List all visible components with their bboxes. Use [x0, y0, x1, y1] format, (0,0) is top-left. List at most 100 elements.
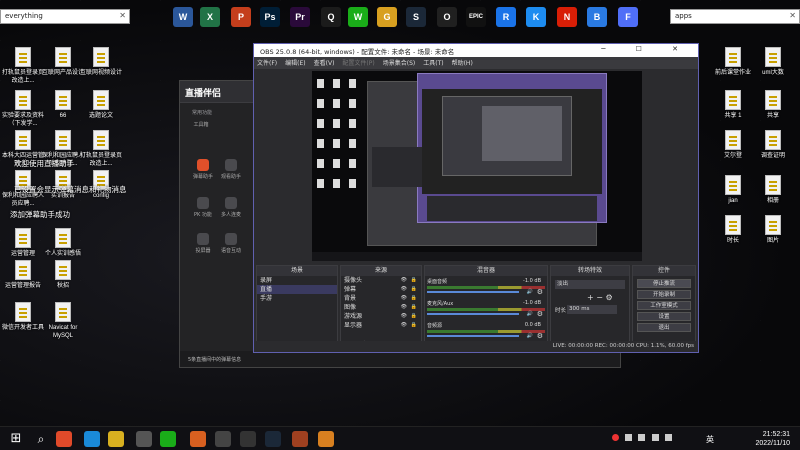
- menu-item[interactable]: 编辑(E): [285, 60, 305, 67]
- scene-item[interactable]: 手游: [257, 294, 337, 303]
- visibility-eye-icon[interactable]: 👁: [401, 276, 407, 285]
- kugou-icon[interactable]: K: [526, 7, 546, 27]
- photoshop-icon[interactable]: Ps: [260, 7, 280, 27]
- app-icon[interactable]: [318, 431, 334, 447]
- visibility-eye-icon[interactable]: 👁: [401, 312, 407, 321]
- menu-item[interactable]: 文件(F): [257, 60, 277, 67]
- apps-search-input[interactable]: apps ✕: [670, 9, 800, 24]
- menu-item[interactable]: 工具(T): [423, 60, 443, 67]
- baidu-pan-icon[interactable]: B: [587, 7, 607, 27]
- windows-start-icon[interactable]: ⊞: [8, 431, 24, 447]
- desktop-file-icon[interactable]: Navicat for MySQL: [40, 302, 86, 340]
- speaker-icon[interactable]: 🔊: [527, 333, 533, 339]
- live-sidebar-item[interactable]: 观看助手: [216, 159, 246, 180]
- menu-item[interactable]: 查看(V): [314, 60, 335, 67]
- desktop-file-icon[interactable]: 选题论文: [78, 90, 124, 120]
- excel-icon[interactable]: X: [200, 7, 220, 27]
- desktop-file-icon[interactable]: 相册: [750, 175, 796, 205]
- duration-input[interactable]: 300 ms: [567, 305, 617, 314]
- visibility-eye-icon[interactable]: 👁: [401, 321, 407, 330]
- lock-icon[interactable]: 🔒: [411, 294, 417, 303]
- app-icon[interactable]: [292, 431, 308, 447]
- desktop-file-icon[interactable]: 个人实训感悟: [40, 228, 86, 258]
- search-icon[interactable]: ⌕: [33, 431, 49, 447]
- source-item[interactable]: 图像 👁 🔒: [341, 303, 421, 312]
- transition-select[interactable]: 淡出: [555, 280, 625, 289]
- menu-item[interactable]: 帮助(H): [452, 60, 473, 67]
- feishu-icon[interactable]: F: [618, 7, 638, 27]
- file-explorer-icon[interactable]: [108, 431, 124, 447]
- source-item[interactable]: 摄像头 👁 🔒: [341, 276, 421, 285]
- netease-music-icon[interactable]: N: [557, 7, 577, 27]
- volume-slider[interactable]: [427, 335, 520, 337]
- live-sidebar-item[interactable]: 多人连麦: [216, 197, 246, 218]
- everything-search-input[interactable]: everything ✕: [0, 9, 130, 24]
- desktop-file-icon[interactable]: 打轨鼠员登录页 改造上...: [78, 130, 124, 168]
- wechat-icon[interactable]: [160, 431, 176, 447]
- obs-control-button[interactable]: 停止推流: [637, 279, 691, 288]
- transition-add-remove[interactable]: + − ⚙: [587, 293, 613, 302]
- steam-icon[interactable]: [265, 431, 281, 447]
- desktop-file-icon[interactable]: 互联网视频设计: [78, 47, 124, 77]
- speaker-icon[interactable]: 🔊: [527, 289, 533, 295]
- system-clock[interactable]: 21:52:31 2022/11/10: [755, 430, 790, 448]
- window-controls[interactable]: ─ ☐ ✕: [601, 45, 692, 53]
- lock-icon[interactable]: 🔒: [411, 276, 417, 285]
- obs-control-button[interactable]: 退出: [637, 323, 691, 332]
- word-icon[interactable]: W: [173, 7, 193, 27]
- qq-icon[interactable]: Q: [321, 7, 341, 27]
- live-sidebar-item[interactable]: PK 功能: [188, 197, 218, 218]
- desktop-file-icon[interactable]: 图片: [750, 215, 796, 245]
- desktop-file-icon[interactable]: 共享: [750, 90, 796, 120]
- lock-icon[interactable]: 🔒: [411, 321, 417, 330]
- desktop-file-icon[interactable]: uml大数: [750, 47, 796, 77]
- premiere-icon[interactable]: Pr: [290, 7, 310, 27]
- epic-games-icon[interactable]: EPIC: [466, 7, 486, 27]
- powerpoint-icon[interactable]: P: [231, 7, 251, 27]
- language-indicator[interactable]: 英: [706, 434, 714, 445]
- system-tray[interactable]: [612, 434, 682, 444]
- menu-item[interactable]: 场景集合(S): [383, 60, 416, 67]
- visibility-eye-icon[interactable]: 👁: [401, 294, 407, 303]
- wechat-icon[interactable]: W: [348, 7, 368, 27]
- gear-icon[interactable]: ⚙: [537, 332, 543, 340]
- source-item[interactable]: 背景 👁 🔒: [341, 294, 421, 303]
- source-item[interactable]: 游戏源 👁 🔒: [341, 312, 421, 321]
- lock-icon[interactable]: 🔒: [411, 312, 417, 321]
- tab-common-functions[interactable]: 常用功能: [192, 109, 212, 116]
- browser-icon[interactable]: [190, 431, 206, 447]
- menu-item[interactable]: 配置文件(P): [342, 60, 374, 67]
- live-sidebar-item[interactable]: 弹幕助手: [188, 159, 218, 180]
- app-icon[interactable]: [136, 431, 152, 447]
- lock-icon[interactable]: 🔒: [411, 303, 417, 312]
- chrome-icon[interactable]: [56, 431, 72, 447]
- game-icon[interactable]: G: [377, 7, 397, 27]
- scene-item[interactable]: 录屏: [257, 276, 337, 285]
- source-item[interactable]: 弹幕 👁 🔒: [341, 285, 421, 294]
- steam-icon[interactable]: S: [406, 7, 426, 27]
- live-sidebar-item[interactable]: 语音互动: [216, 233, 246, 254]
- remote-icon[interactable]: R: [496, 7, 516, 27]
- desktop-file-icon[interactable]: 调查证明: [750, 130, 796, 160]
- volume-slider[interactable]: [427, 291, 520, 293]
- desktop-file-icon[interactable]: 秋招: [40, 260, 86, 290]
- obs-icon[interactable]: [215, 431, 231, 447]
- lock-icon[interactable]: 🔒: [411, 285, 417, 294]
- gear-icon[interactable]: ⚙: [537, 310, 543, 318]
- visibility-eye-icon[interactable]: 👁: [401, 303, 407, 312]
- obs-control-button[interactable]: 工作室模式: [637, 301, 691, 310]
- live-sidebar-item[interactable]: 投屏器: [188, 233, 218, 254]
- edge-icon[interactable]: [84, 431, 100, 447]
- close-icon[interactable]: ✕: [119, 11, 126, 20]
- obs-window[interactable]: OBS 25.0.8 (64-bit, windows) - 配置文件: 未命名…: [253, 43, 699, 353]
- obs-control-button[interactable]: 开始录制: [637, 290, 691, 299]
- game-icon[interactable]: [240, 431, 256, 447]
- visibility-eye-icon[interactable]: 👁: [401, 285, 407, 294]
- gear-icon[interactable]: ⚙: [537, 288, 543, 296]
- scene-item[interactable]: 直播: [257, 285, 337, 294]
- speaker-icon[interactable]: 🔊: [527, 311, 533, 317]
- close-icon[interactable]: ✕: [789, 11, 796, 20]
- obs-control-button[interactable]: 设置: [637, 312, 691, 321]
- obs-icon[interactable]: O: [437, 7, 457, 27]
- volume-slider[interactable]: [427, 313, 520, 315]
